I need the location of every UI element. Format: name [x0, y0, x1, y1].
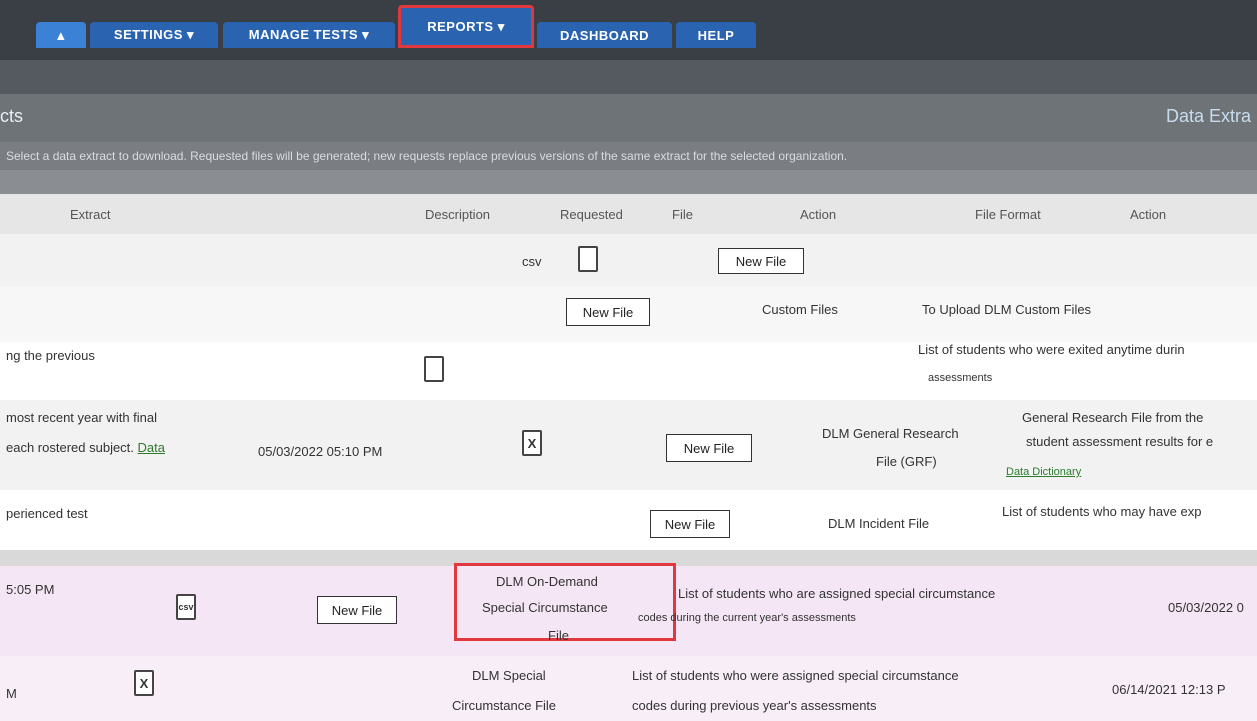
description-text: assessments [928, 372, 993, 384]
new-file-button[interactable]: New File [317, 596, 397, 624]
description-text: List of students who were exited anytime… [918, 342, 1185, 357]
requested-date: M [6, 686, 17, 701]
csv-file-icon[interactable]: csv [176, 594, 196, 620]
table-row: 5:05 PM csv New File DLM On-Demand Speci… [0, 563, 1257, 656]
extract-description: student assessment results for e [1026, 434, 1214, 449]
new-file-button[interactable]: New File [650, 510, 730, 538]
new-file-button[interactable]: New File [666, 434, 752, 462]
extract-name: DLM On-Demand [496, 574, 598, 589]
extract-name: File [548, 628, 569, 643]
extract-name: File (GRF) [876, 454, 937, 469]
table-row: ng the previous List of students who wer… [0, 342, 1257, 400]
table-row: perienced test New File DLM Incident Fil… [0, 490, 1257, 550]
header-action-2: Action [1130, 207, 1167, 222]
page-description: Select a data extract to download. Reque… [0, 142, 1257, 170]
extract-description: General Research File from the [1022, 410, 1204, 425]
new-file-button[interactable]: New File [566, 298, 650, 326]
extract-description: List of students who were assigned speci… [632, 668, 959, 683]
description-text: ng the previous [6, 348, 95, 363]
extract-name: Special Circumstance [482, 600, 608, 615]
tab-settings[interactable]: SETTINGS ▾ [90, 22, 218, 48]
header-requested: Requested [560, 207, 623, 222]
requested-date: 05/03/2022 05:10 PM [258, 444, 383, 459]
header-extract: Extract [70, 207, 111, 222]
table-header: Extract Description Requested File Actio… [0, 194, 1257, 235]
data-extracts-title: Data Extra [1165, 106, 1251, 126]
top-nav: ▲ SETTINGS ▾ MANAGE TESTS ▾ REPORTS ▾ DA… [0, 0, 1257, 60]
home-icon: ▲ [54, 27, 68, 43]
spacer-band [0, 170, 1257, 194]
home-tab[interactable]: ▲ [36, 22, 86, 48]
requested-date: 5:05 PM [6, 582, 55, 597]
sub-nav [0, 60, 1257, 94]
tab-manage-tests[interactable]: MANAGE TESTS ▾ [223, 22, 395, 48]
excel-file-icon[interactable]: X [134, 670, 154, 696]
extract-name: Circumstance File [452, 698, 557, 713]
header-action: Action [800, 207, 837, 222]
data-dictionary-link[interactable]: Data Dictionary [1006, 466, 1081, 478]
new-file-button[interactable]: New File [718, 248, 804, 274]
extract-name: DLM General Research [822, 426, 959, 441]
tab-dashboard[interactable]: DASHBOARD [537, 22, 672, 48]
extract-description: codes during previous year's assessments [632, 698, 877, 713]
data-link[interactable]: Data [138, 440, 165, 455]
extract-name: Custom Files [762, 302, 838, 317]
extract-name: DLM Incident File [828, 516, 930, 531]
extract-description: List of students who are assigned specia… [678, 586, 996, 601]
extract-description: codes during the current year's assessme… [638, 612, 856, 624]
header-file-format: File Format [975, 207, 1041, 222]
extract-description: To Upload DLM Custom Files [922, 302, 1092, 317]
file-icon[interactable] [578, 246, 598, 272]
file-format: csv [522, 254, 542, 269]
extract-description: List of students who may have exp [1002, 504, 1202, 519]
requested-date: 06/14/2021 12:13 P [1112, 682, 1226, 697]
file-icon[interactable] [424, 356, 444, 382]
table-row: most recent year with final each rostere… [0, 400, 1257, 490]
page-title: cts [0, 106, 24, 126]
header-description: Description [425, 207, 491, 222]
table-row: csv New File [0, 234, 1257, 286]
excel-file-icon[interactable]: X [522, 430, 542, 456]
header-file: File [672, 207, 693, 222]
table-row: M X DLM Special Circumstance File List o… [0, 656, 1257, 721]
description-text: most recent year with final [6, 410, 158, 425]
requested-date: 05/03/2022 0 [1168, 600, 1244, 615]
description-text: each rostered subject. Data [6, 440, 165, 455]
tab-help[interactable]: HELP [676, 22, 756, 48]
table-row: New File Custom Files To Upload DLM Cust… [0, 286, 1257, 342]
description-text: perienced test [6, 506, 88, 521]
tab-reports[interactable]: REPORTS ▾ [398, 5, 534, 48]
page-title-bar: cts Data Extra [0, 94, 1257, 142]
extract-name: DLM Special [472, 668, 546, 683]
